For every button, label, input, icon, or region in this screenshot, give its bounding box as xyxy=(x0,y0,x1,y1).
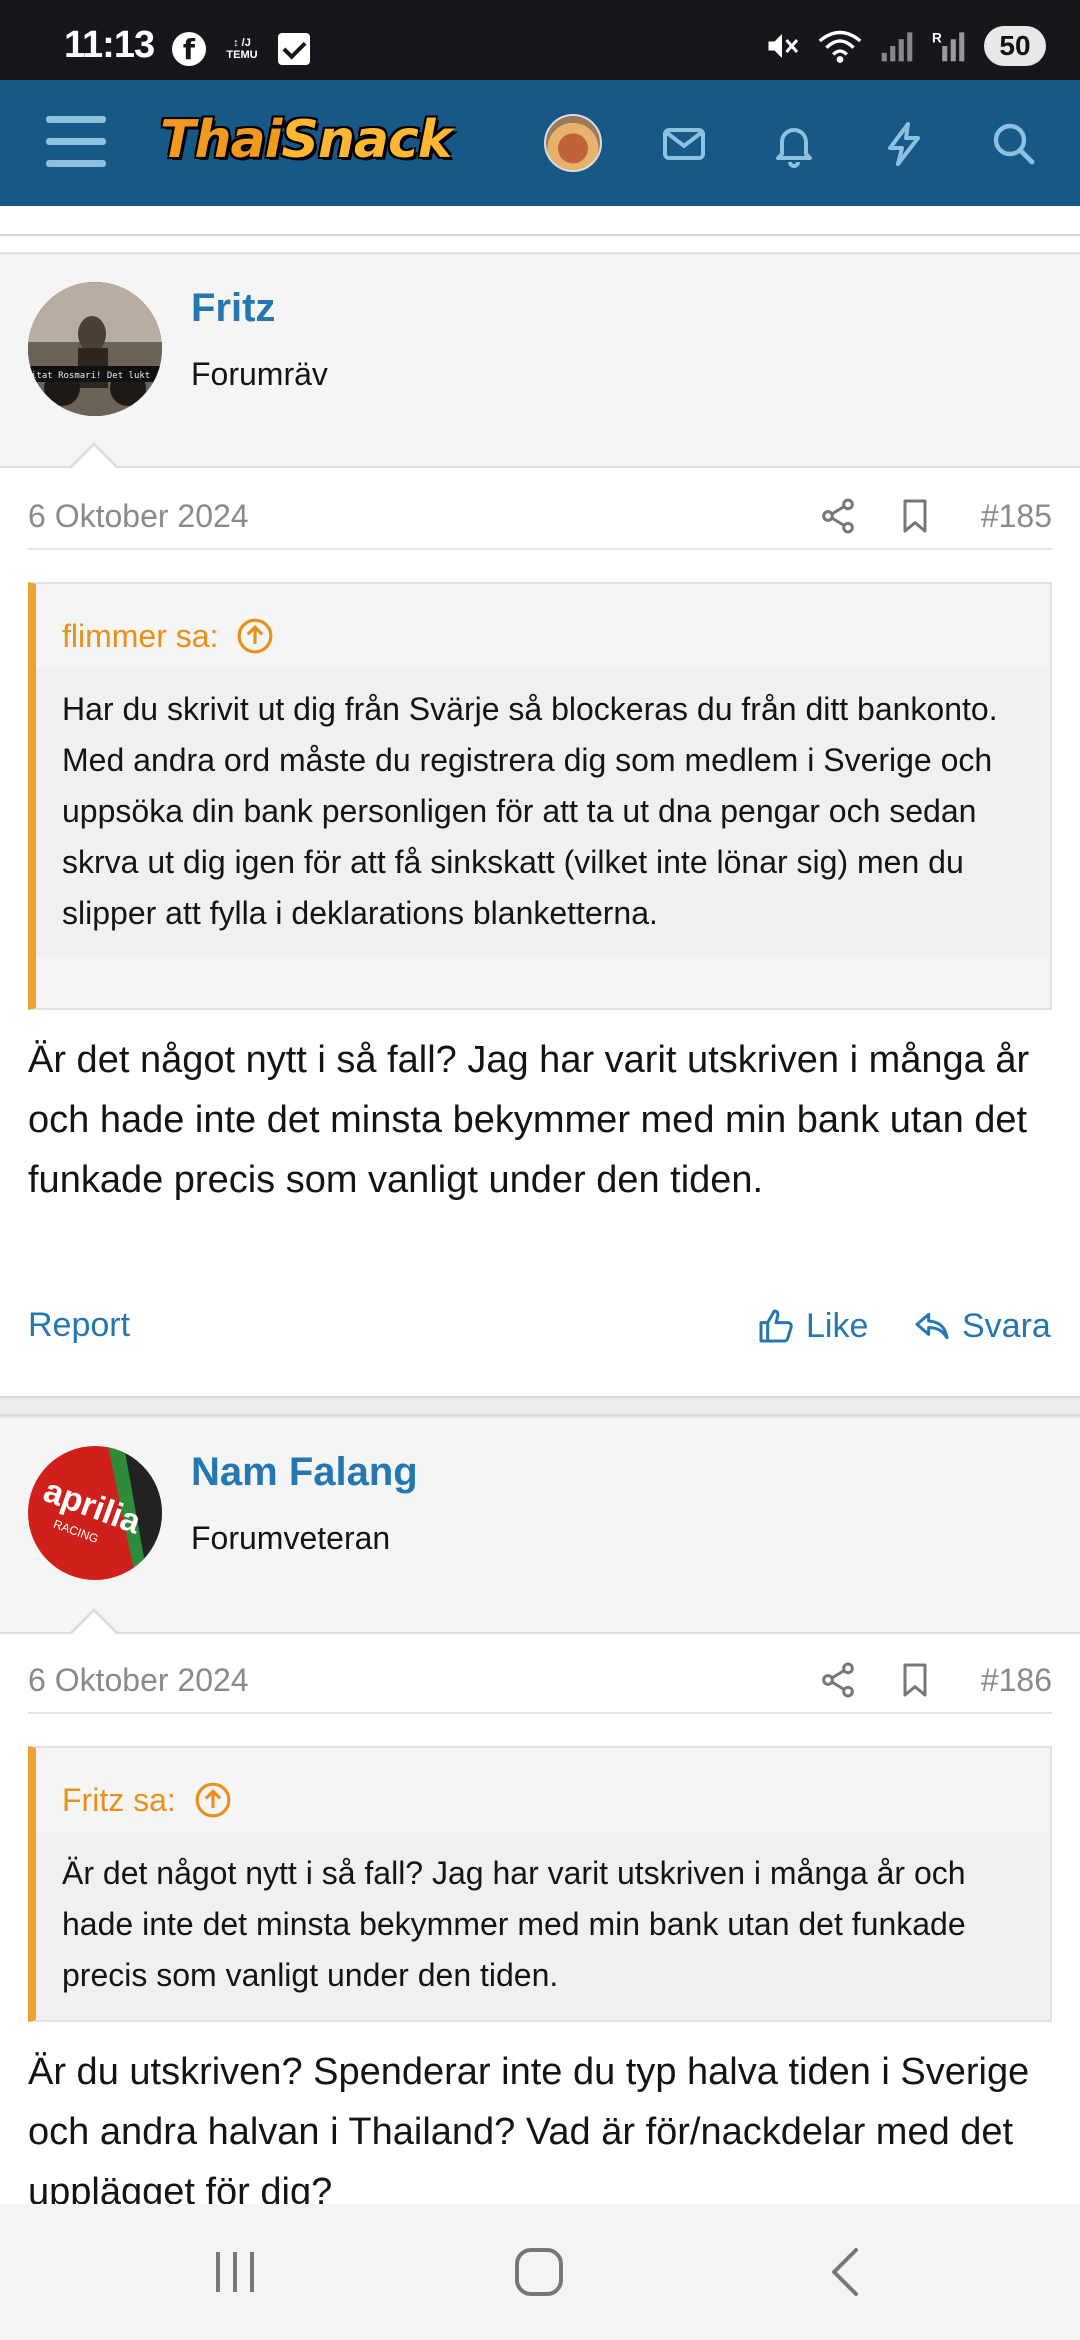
post-actions: Report Like Svara xyxy=(28,1300,1052,1360)
share-icon[interactable] xyxy=(818,496,858,536)
post-user-block: itat Rosmari! Det lukt Fritz Forumräv xyxy=(0,252,1080,468)
signal-icon xyxy=(881,32,913,62)
avatar-pointer xyxy=(72,446,116,468)
share-icon[interactable] xyxy=(818,1660,858,1700)
bookmark-icon[interactable] xyxy=(895,1660,935,1700)
thumbs-up-icon xyxy=(759,1309,793,1343)
home-icon[interactable] xyxy=(512,2244,568,2300)
avatar-pointer xyxy=(72,1612,116,1634)
reply-button[interactable]: Svara xyxy=(912,1306,1051,1346)
svg-text:R: R xyxy=(932,31,942,46)
post-number[interactable]: #185 xyxy=(981,498,1052,535)
inbox-icon[interactable] xyxy=(660,120,708,168)
post-author[interactable]: Fritz xyxy=(191,286,275,331)
quote-text: Är det något nytt i så fall? Jag har var… xyxy=(36,1832,1050,2019)
check-notification-icon xyxy=(278,33,310,65)
post-user-block: aprilia RACING Nam Falang Forumveteran xyxy=(0,1416,1080,1634)
like-button[interactable]: Like xyxy=(756,1306,868,1346)
post-meta: 6 Oktober 2024 #185 xyxy=(28,486,1052,550)
bolt-icon[interactable] xyxy=(880,120,928,168)
recent-apps-icon[interactable] xyxy=(210,2244,260,2300)
signal-roaming-icon: R xyxy=(932,31,965,62)
user-title: Forumveteran xyxy=(191,1520,391,1556)
post-meta: 6 Oktober 2024 #186 xyxy=(28,1650,1052,1714)
battery-indicator: 50 xyxy=(984,26,1046,66)
mute-icon xyxy=(768,34,799,58)
temu-notification-icon: ↕ /J TEMU xyxy=(226,37,258,61)
report-link[interactable]: Report xyxy=(28,1306,130,1345)
post-author[interactable]: Nam Falang xyxy=(191,1450,418,1495)
post-date[interactable]: 6 Oktober 2024 xyxy=(28,498,249,535)
search-icon[interactable] xyxy=(990,120,1038,168)
svg-text:itat Rosmari! Det lukt: itat Rosmari! Det lukt xyxy=(31,371,150,381)
wifi-icon xyxy=(818,30,862,63)
system-nav-bar xyxy=(0,2204,1080,2340)
bell-icon[interactable] xyxy=(770,120,818,168)
back-icon[interactable] xyxy=(820,2244,870,2300)
menu-icon[interactable] xyxy=(46,116,106,168)
quote-block: Fritz sa: Är det något nytt i så fall? J… xyxy=(28,1746,1052,2022)
avatar[interactable]: itat Rosmari! Det lukt xyxy=(28,282,162,416)
quote-author[interactable]: flimmer sa: xyxy=(62,618,218,655)
user-title: Forumräv xyxy=(191,356,328,392)
app-header: ThaiSnack xyxy=(0,80,1080,206)
avatar[interactable]: aprilia RACING xyxy=(28,1446,162,1580)
post-body: Är det något nytt i så fall? Jag har var… xyxy=(28,1039,1030,1201)
arrow-up-circle-icon[interactable] xyxy=(194,1781,232,1819)
bookmark-icon[interactable] xyxy=(895,496,935,536)
page-top-strip xyxy=(0,206,1080,236)
user-avatar[interactable] xyxy=(544,114,602,172)
reply-icon xyxy=(915,1312,949,1340)
status-bar: 11:13 f ↕ /J TEMU R 50 xyxy=(0,0,1080,80)
post-number[interactable]: #186 xyxy=(981,1662,1052,1699)
quote-author[interactable]: Fritz sa: xyxy=(62,1782,176,1819)
status-time: 11:13 xyxy=(64,24,155,66)
arrow-up-circle-icon[interactable] xyxy=(236,617,274,655)
site-logo[interactable]: ThaiSnack xyxy=(160,110,452,170)
facebook-icon: f xyxy=(172,32,206,66)
post-date[interactable]: 6 Oktober 2024 xyxy=(28,1662,249,1699)
quote-block: flimmer sa: Har du skrivit ut dig från S… xyxy=(28,582,1052,1010)
quote-text: Har du skrivit ut dig från Svärje så blo… xyxy=(36,668,1050,957)
post-body: Är du utskriven? Spenderar inte du typ h… xyxy=(28,2051,1030,2204)
post-divider xyxy=(0,1396,1080,1416)
